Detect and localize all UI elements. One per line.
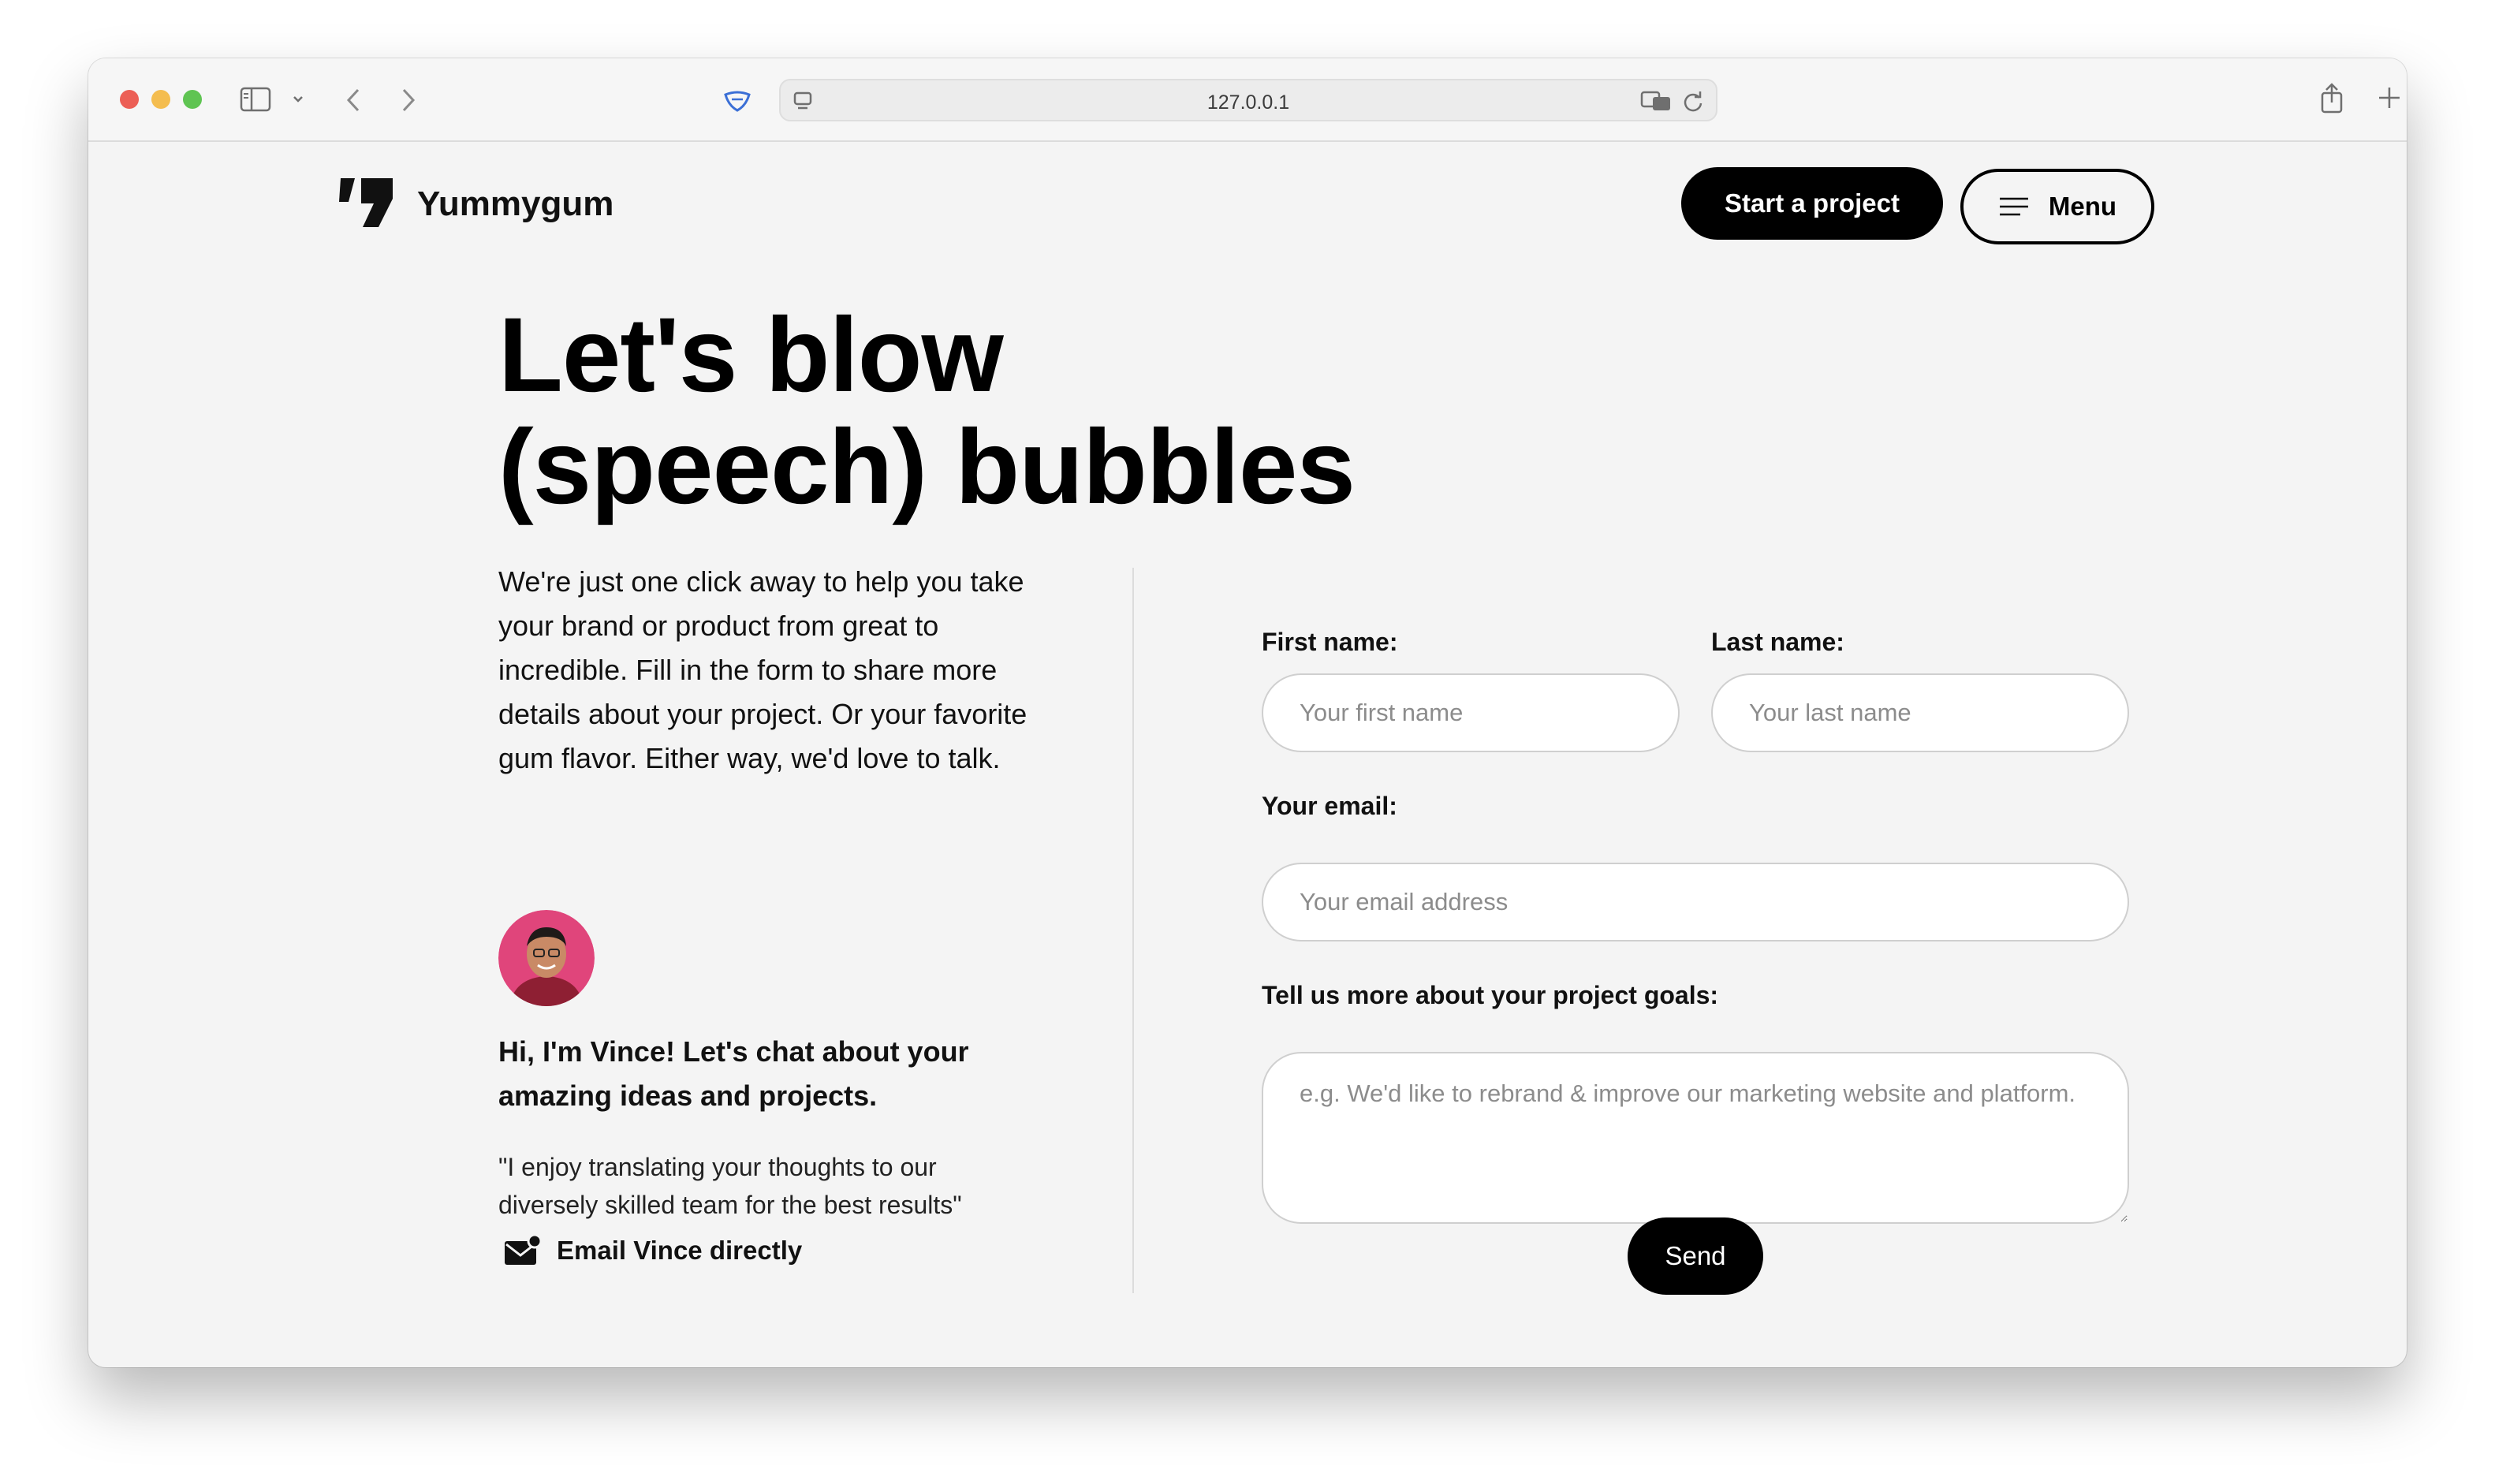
last-name-label: Last name: (1711, 628, 1844, 656)
brand-name[interactable]: Yummygum (417, 185, 613, 224)
page-headline: Let's blow (speech) bubbles (498, 296, 1356, 526)
avatar (498, 910, 595, 1006)
menu-button[interactable]: Menu (1960, 169, 2154, 244)
maximize-window-button[interactable] (183, 90, 202, 109)
url-text: 127.0.0.1 (1206, 91, 1290, 114)
page-content: Yummygum Start a project Menu Let's blow… (88, 142, 2407, 1367)
menu-label: Menu (2048, 192, 2117, 221)
intro-text: We're just one click away to help you ta… (498, 565, 1027, 774)
back-icon[interactable] (344, 87, 363, 114)
forward-icon[interactable] (399, 87, 418, 114)
first-name-field[interactable] (1262, 673, 1680, 752)
contact-person-title: Hi, I'm Vince! Let's chat about your ama… (498, 1035, 969, 1112)
shield-icon[interactable] (722, 90, 752, 112)
browser-toolbar: 127.0.0.1 (88, 58, 2407, 142)
email-label: Your email: (1262, 792, 1397, 820)
mail-notification-icon (505, 1235, 541, 1265)
close-window-button[interactable] (120, 90, 139, 109)
share-icon[interactable] (2318, 82, 2345, 115)
minimize-window-button[interactable] (151, 90, 170, 109)
first-name-label: First name: (1262, 628, 1398, 656)
browser-window: 127.0.0.1 Yummygum Start a project Menu … (88, 58, 2407, 1367)
email-field[interactable] (1262, 863, 2129, 941)
translate-icon[interactable] (1640, 90, 1672, 112)
contact-person-quote: "I enjoy translating your thoughts to ou… (498, 1153, 962, 1219)
chevron-down-icon[interactable] (292, 95, 304, 104)
headline-line-2: (speech) bubbles (498, 408, 1356, 526)
project-goals-field[interactable] (1262, 1052, 2129, 1224)
last-name-field[interactable] (1711, 673, 2129, 752)
address-bar[interactable]: 127.0.0.1 (779, 79, 1717, 121)
vince-avatar-image (498, 910, 595, 1006)
email-vince-link[interactable]: Email Vince directly (503, 1235, 802, 1266)
headline-line-1: Let's blow (498, 296, 1004, 414)
hamburger-icon (1999, 197, 2028, 216)
yummygum-logo-icon[interactable] (338, 177, 394, 229)
reload-icon[interactable] (1681, 90, 1705, 114)
new-tab-icon[interactable] (2377, 85, 2402, 110)
project-goals-label: Tell us more about your project goals: (1262, 981, 1719, 1009)
email-vince-label: Email Vince directly (557, 1236, 803, 1265)
start-project-button[interactable]: Start a project (1681, 167, 1943, 240)
sidebar-toggle-icon[interactable] (240, 87, 271, 112)
send-button[interactable]: Send (1628, 1217, 1763, 1295)
column-divider (1132, 568, 1134, 1293)
